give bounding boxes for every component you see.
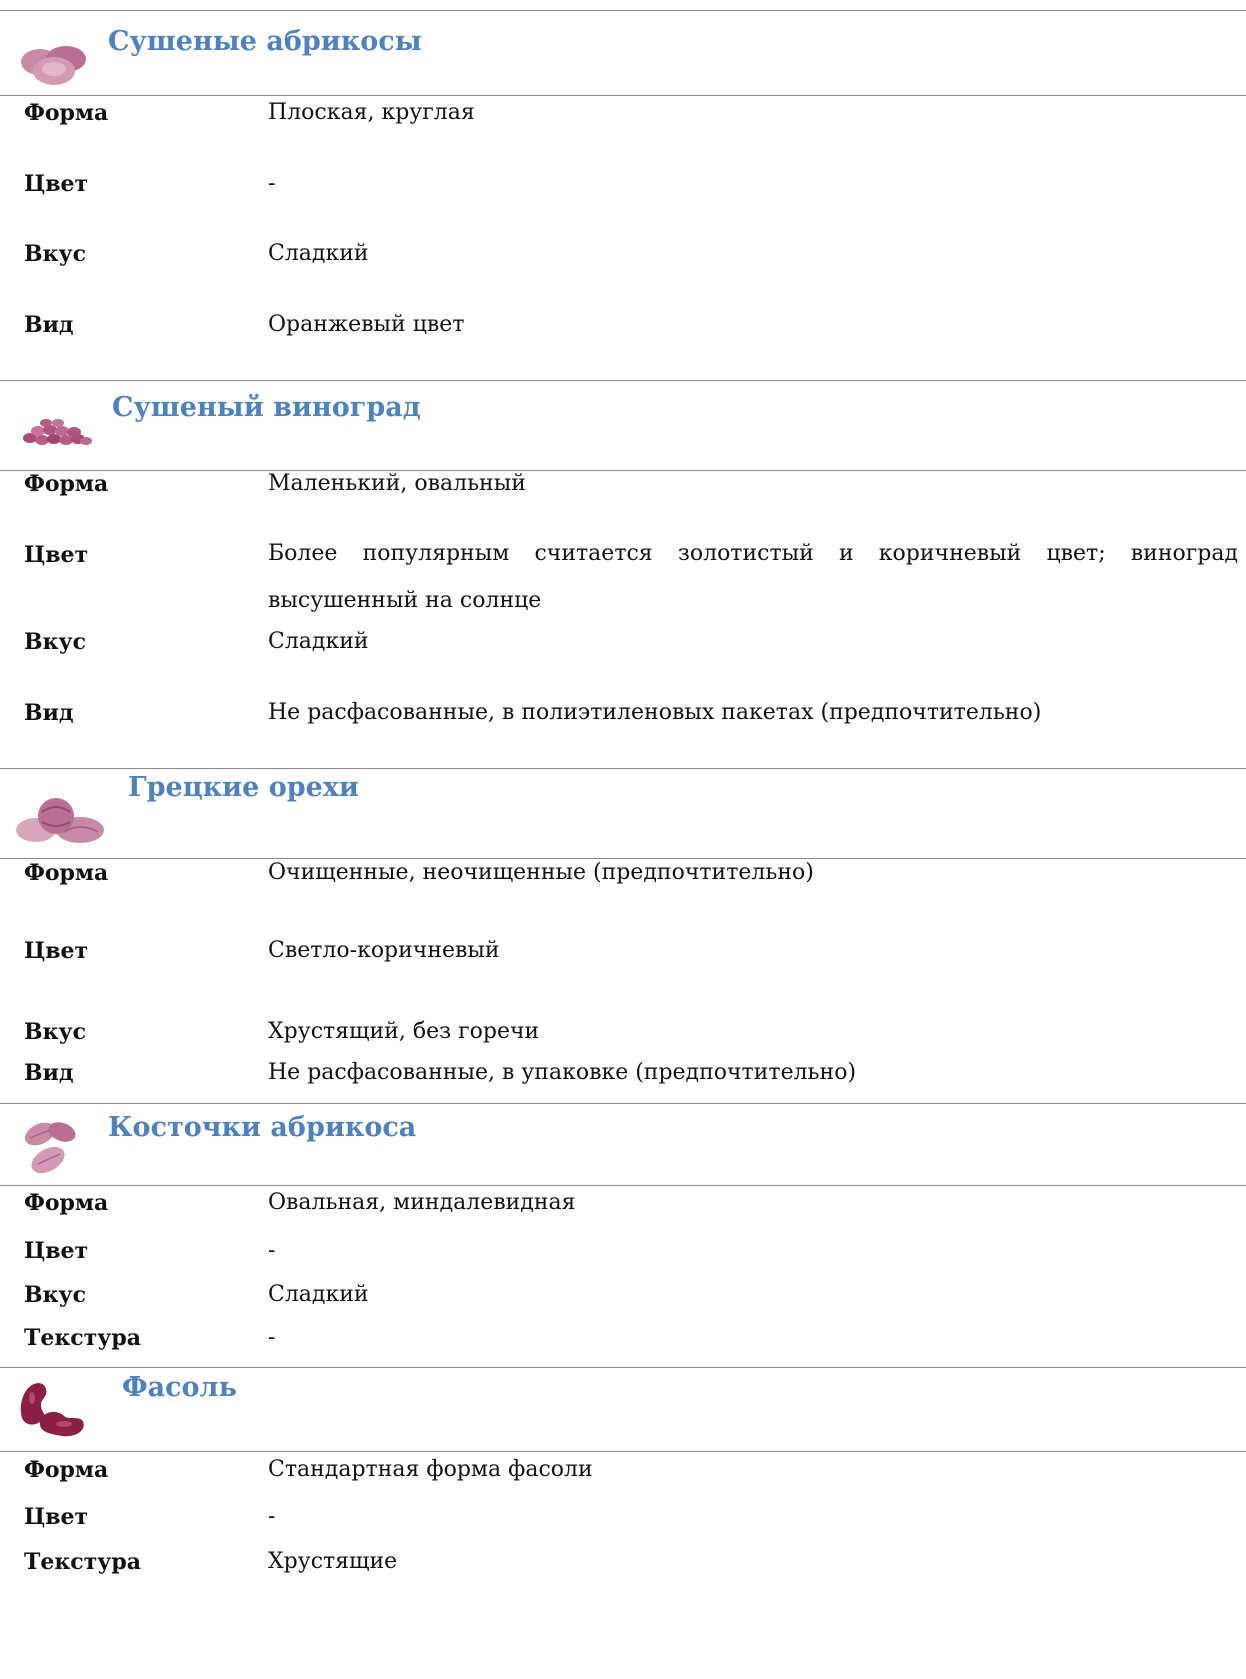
- row-label: Форма: [24, 471, 109, 497]
- row-label: Вкус: [24, 1282, 86, 1308]
- row-value: Хрустящий, без горечи: [268, 1019, 540, 1044]
- row-label: Вид: [24, 1060, 74, 1086]
- row-value: -: [268, 1325, 276, 1350]
- row-value: -: [268, 1504, 276, 1529]
- row-value: Плоская, круглая: [268, 100, 475, 125]
- raisins-icon: [23, 419, 92, 445]
- walnuts-icon: [16, 798, 104, 843]
- beans-icon: [20, 1383, 84, 1437]
- row-value: Маленький, овальный: [268, 471, 526, 496]
- section-divider: [0, 470, 1246, 471]
- section-divider: [0, 1103, 1246, 1104]
- row-value: -: [268, 171, 276, 196]
- row-value: Сладкий: [268, 241, 369, 266]
- section-divider: [0, 858, 1246, 859]
- row-label: Цвет: [24, 1238, 89, 1264]
- row-value: Не расфасованные, в полиэтиленовых пакет…: [268, 700, 1042, 725]
- apricot-kernels-icon: [24, 1122, 76, 1174]
- row-label: Форма: [24, 1457, 109, 1483]
- row-value: Очищенные, неочищенные (предпочтительно): [268, 860, 814, 885]
- section-title: Косточки абрикоса: [108, 1112, 417, 1143]
- dried-apricots-icon: [21, 46, 86, 85]
- row-label: Вкус: [24, 629, 86, 655]
- section-divider: [0, 10, 1246, 11]
- row-value: Хрустящие: [268, 1549, 398, 1574]
- row-value: Более популярным считается золотистый и …: [268, 541, 1238, 613]
- row-value: Не расфасованные, в упаковке (предпочтит…: [268, 1060, 857, 1085]
- section-divider: [0, 1451, 1246, 1452]
- section-title: Сушеный виноград: [112, 392, 421, 423]
- row-label: Вид: [24, 312, 74, 338]
- row-label: Форма: [24, 1190, 109, 1216]
- row-label: Текстура: [24, 1549, 142, 1575]
- section-divider: [0, 95, 1246, 96]
- section-divider: [0, 1367, 1246, 1368]
- row-label: Цвет: [24, 938, 89, 964]
- row-label: Текстура: [24, 1325, 142, 1351]
- row-label: Вкус: [24, 1019, 86, 1045]
- section-divider: [0, 1185, 1246, 1186]
- section-title: Фасоль: [122, 1372, 237, 1403]
- row-value: Стандартная форма фасоли: [268, 1457, 593, 1482]
- row-value: Сладкий: [268, 629, 369, 654]
- section-title: Грецкие орехи: [128, 772, 359, 803]
- row-label: Цвет: [24, 542, 89, 568]
- section-divider: [0, 768, 1246, 769]
- row-value: Сладкий: [268, 1282, 369, 1307]
- row-label: Форма: [24, 100, 109, 126]
- row-value: Овальная, миндалевидная: [268, 1190, 576, 1215]
- row-value: Светло-коричневый: [268, 938, 500, 963]
- row-label: Цвет: [24, 1504, 89, 1530]
- section-divider: [0, 380, 1246, 381]
- section-title: Сушеные абрикосы: [108, 26, 422, 57]
- row-label: Вкус: [24, 241, 86, 267]
- row-label: Вид: [24, 700, 74, 726]
- row-value: Оранжевый цвет: [268, 312, 465, 337]
- row-label: Форма: [24, 860, 109, 886]
- row-label: Цвет: [24, 171, 89, 197]
- row-value: -: [268, 1238, 276, 1263]
